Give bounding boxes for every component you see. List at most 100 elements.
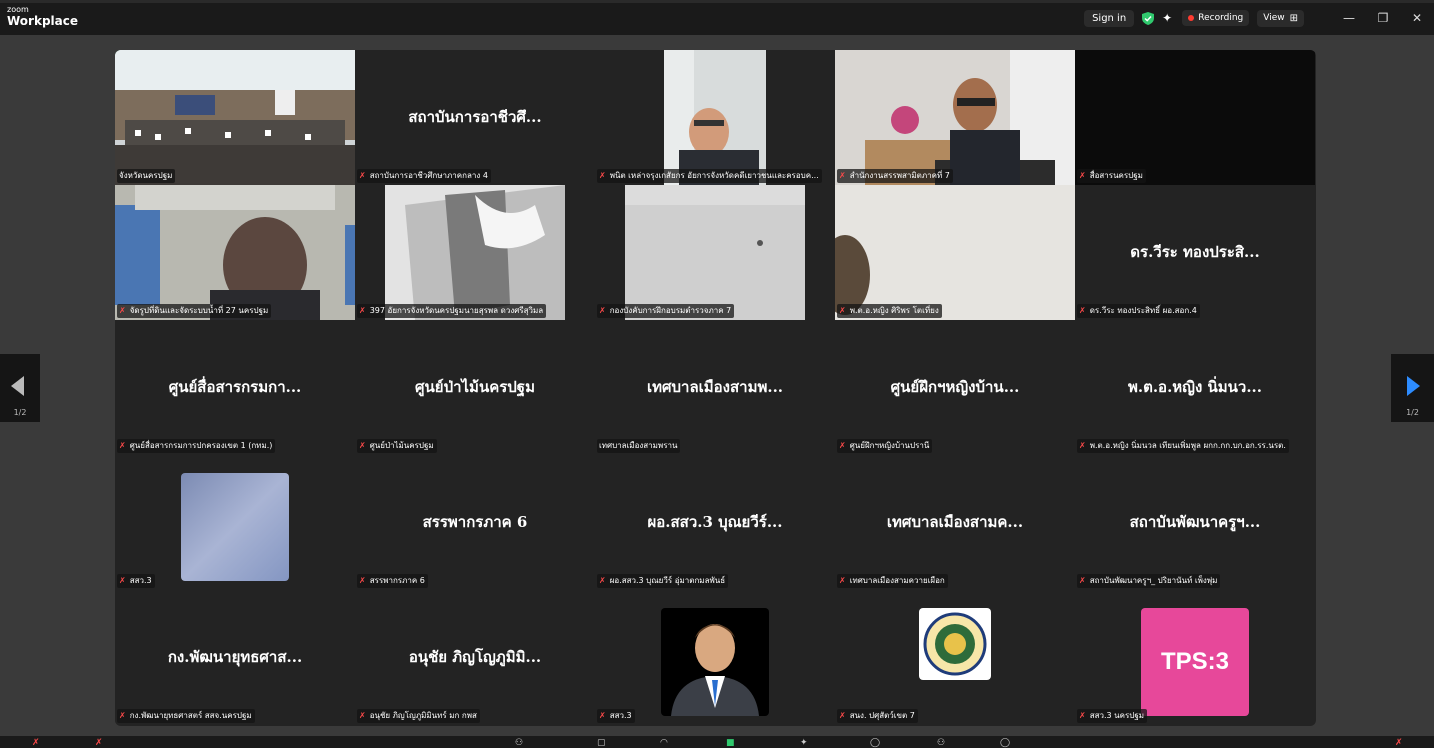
muted-mic-icon: ✗ [119,306,126,315]
previous-page-button[interactable]: 1/2 [0,354,40,422]
shield-check-icon[interactable] [1142,11,1155,25]
participant-name: พนิต เหล่าจรุงเกสัยกร อัยการจังหวัดคดีเย… [609,171,819,180]
participant-name: สสว.3 [129,576,152,585]
muted-mic-icon: ✗ [1079,576,1086,585]
muted-mic-icon: ✗ [1079,306,1086,315]
participant-tile[interactable]: สถาบันพัฒนาครูฯ... ✗ สถาบันพัฒนาครูฯ_ ปริย… [1075,455,1315,590]
participant-name: สสว.3 [609,711,632,720]
apps-icon[interactable]: ⚇ [937,738,945,748]
participant-display-name: ศูนย์ป่าไม้นครปฐม [415,378,535,396]
page-indicator-left: 1/2 [13,408,27,417]
participant-display-name: เทศบาลเมืองสามพ... [646,378,784,396]
sign-in-button[interactable]: Sign in [1084,9,1135,27]
muted-mic-icon: ✗ [839,306,846,315]
ai-icon[interactable]: ✦ [800,738,808,748]
participant-tile[interactable]: ผอ.สสว.3 บุณยวีร์... ✗ ผอ.สสว.3 บุณยวีร์ อ… [595,455,835,590]
participant-tile[interactable]: ✗ พนิต เหล่าจรุงเกสัยกร อัยการจังหวัดคดีเ… [595,50,835,185]
participant-tile[interactable]: TPS:3 ✗ สสว.3 นครปฐม [1075,590,1315,725]
participant-name-label: ✗ อนุชัย ภิญโญภูมิมินทร์ มก กพส [357,709,480,723]
info-icon[interactable]: ◯ [870,738,880,748]
participant-name: สำนักงานสรรพสามิตภาคที่ 7 [849,171,950,180]
muted-mic-icon: ✗ [839,711,846,720]
participant-display-name: ศูนย์ฝึกฯหญิงบ้าน... [890,378,1020,396]
participant-tile[interactable]: ✗ พ.ต.อ.หญิง ศิริพร โตเที่ยง [835,185,1075,320]
muted-mic-icon: ✗ [599,306,606,315]
participant-tile[interactable]: ศูนย์ป่าไม้นครปฐม ✗ ศูนย์ป่าไม้นครปฐม [355,320,595,455]
muted-mic-icon: ✗ [359,576,366,585]
recording-indicator[interactable]: Recording [1182,10,1250,26]
participant-name: ผอ.สสว.3 บุณยวีร์ อุ่มาตกมลพันธ์ [609,576,726,585]
seal-avatar [919,608,991,680]
participant-name: ศูนย์ฝึกฯหญิงบ้านปรานี [849,441,930,450]
participant-name: 397 อัยการจังหวัดนครปฐมนายสุรพล ดวงศรีสุ… [369,306,544,315]
participant-name-label: ✗ สถาบันพัฒนาครูฯ_ ปริยานันท์ เพ็งพุ่ม [1077,574,1221,588]
muted-mic-icon: ✗ [119,441,126,450]
participant-name-label: ✗ พ.ต.อ.หญิง ศิริพร โตเที่ยง [837,304,942,318]
chevron-left-icon [11,376,24,396]
participant-name: ศูนย์สื่อสารกรมการปกครองเขต 1 (กทม.) [129,441,273,450]
participant-name-label: ✗ เทศบาลเมืองสามควายเผือก [837,574,948,588]
next-page-button[interactable]: 1/2 [1391,354,1434,422]
blurred-avatar [181,473,289,581]
participant-tile[interactable]: สรรพากรภาค 6 ✗ สรรพากรภาค 6 [355,455,595,590]
participant-name: สถาบันการอาชีวศึกษาภาคกลาง 4 [369,171,488,180]
participant-name: ดร.วีระ ทองประสิทธิ์ ผอ.สอก.4 [1089,306,1197,315]
participant-name-label: ✗ สำนักงานสรรพสามิตภาคที่ 7 [837,169,953,183]
participant-tile[interactable]: เทศบาลเมืองสามค... ✗ เทศบาลเมืองสามควายเผื… [835,455,1075,590]
participant-name: จัดรูปที่ดินและจัดระบบน้ำที่ 27 นครปฐม [129,306,269,315]
minimize-button[interactable]: — [1332,11,1366,25]
participant-name: พ.ต.อ.หญิง ศิริพร โตเที่ยง [849,306,939,315]
grid-icon: ⊞ [1289,12,1298,24]
participant-tile[interactable]: ✗ สำนักงานสรรพสามิตภาคที่ 7 [835,50,1075,185]
participant-tile[interactable]: ✗ 397 อัยการจังหวัดนครปฐมนายสุรพล ดวงศรีส… [355,185,595,320]
react-icon[interactable]: ◠ [660,738,668,748]
video-off-icon[interactable]: ✗ [95,738,103,748]
page-indicator-right: 1/2 [1406,408,1419,417]
participant-tile[interactable]: ✗ สนง. ปศุสัตว์เขต 7 [835,590,1075,725]
participant-tile[interactable]: ศูนย์ฝึกฯหญิงบ้าน... ✗ ศูนย์ฝึกฯหญิงบ้านปร… [835,320,1075,455]
participant-tile[interactable]: พ.ต.อ.หญิง นิ่มนว... ✗ พ.ต.อ.หญิง นิ่มนวล … [1075,320,1315,455]
participant-tile[interactable]: จังหวัดนครปฐม [115,50,355,185]
participant-tile[interactable]: ✗ สสว.3 [595,590,835,725]
participant-name: สรรพากรภาค 6 [369,576,425,585]
participant-name-label: ✗ สสว.3 นครปฐม [1077,709,1148,723]
participant-tile[interactable]: ✗ สื่อสารนครปฐม [1075,50,1315,185]
participant-name-label: ✗ สื่อสารนครปฐม [1077,169,1146,183]
participants-icon[interactable]: ⚇ [515,738,523,748]
share-icon[interactable]: ■ [726,738,735,748]
muted-mic-icon: ✗ [599,711,606,720]
muted-mic-icon: ✗ [1079,441,1086,450]
participant-tile[interactable]: เทศบาลเมืองสามพ... เทศบาลเมืองสามพราน [595,320,835,455]
participant-tile[interactable]: ✗ จัดรูปที่ดินและจัดระบบน้ำที่ 27 นครปฐม [115,185,355,320]
participant-tile[interactable]: ศูนย์สื่อสารกรมกา... ✗ ศูนย์สื่อสารกรมการป… [115,320,355,455]
muted-mic-icon: ✗ [359,441,366,450]
participant-name: จังหวัดนครปฐม [119,171,173,180]
participant-tile[interactable]: ดร.วีระ ทองประสิ... ✗ ดร.วีระ ทองประสิทธิ์… [1075,185,1315,320]
participant-display-name: สถาบันพัฒนาครูฯ... [1129,513,1261,531]
participant-name-label: ✗ พ.ต.อ.หญิง นิ่มนวล เทียนเพิ่มพูล ผกก.กก… [1077,439,1289,453]
participant-name-label: ✗ จัดรูปที่ดินและจัดระบบน้ำที่ 27 นครปฐม [117,304,272,318]
participant-name: สนง. ปศุสัตว์เขต 7 [849,711,915,720]
close-button[interactable]: ✕ [1400,11,1434,25]
participant-tile[interactable]: สถาบันการอาชีวศึ... ✗ สถาบันการอาชีวศึกษาภ… [355,50,595,185]
participant-name-label: ✗ ศูนย์ป่าไม้นครปฐม [357,439,437,453]
leave-icon[interactable]: ✗ [1395,738,1403,748]
participant-tile[interactable]: ✗ กองบังคับการฝึกอบรมตำรวจภาค 7 [595,185,835,320]
logo-big-text: Workplace [7,14,79,28]
participant-name-label: ✗ สรรพากรภาค 6 [357,574,428,588]
participant-tile[interactable]: อนุชัย ภิญโญภูมิมิ... ✗ อนุชัย ภิญโญภูมิมิ… [355,590,595,725]
recording-label: Recording [1198,13,1244,23]
participant-name-label: ✗ ผอ.สสว.3 บุณยวีร์ อุ่มาตกมลพันธ์ [597,574,729,588]
more-icon[interactable]: ◯ [1000,738,1010,748]
participant-name-label: ✗ กง.พัฒนายุทธศาสตร์ สสจ.นครปฐม [117,709,255,723]
chat-icon[interactable]: ▢ [597,738,606,748]
view-button[interactable]: View ⊞ [1257,9,1304,27]
mute-icon[interactable]: ✗ [32,738,40,748]
restore-button[interactable]: ❐ [1366,11,1400,25]
participant-name-label: ✗ ดร.วีระ ทองประสิทธิ์ ผอ.สอก.4 [1077,304,1200,318]
ai-companion-icon[interactable]: ✦ [1162,11,1172,25]
participant-tile[interactable]: ✗ สสว.3 [115,455,355,590]
participant-tile[interactable]: กง.พัฒนายุทธศาส... ✗ กง.พัฒนายุทธศาสตร์ สส… [115,590,355,725]
default-avatar [661,608,769,716]
participant-name: เทศบาลเมืองสามควายเผือก [849,576,945,585]
